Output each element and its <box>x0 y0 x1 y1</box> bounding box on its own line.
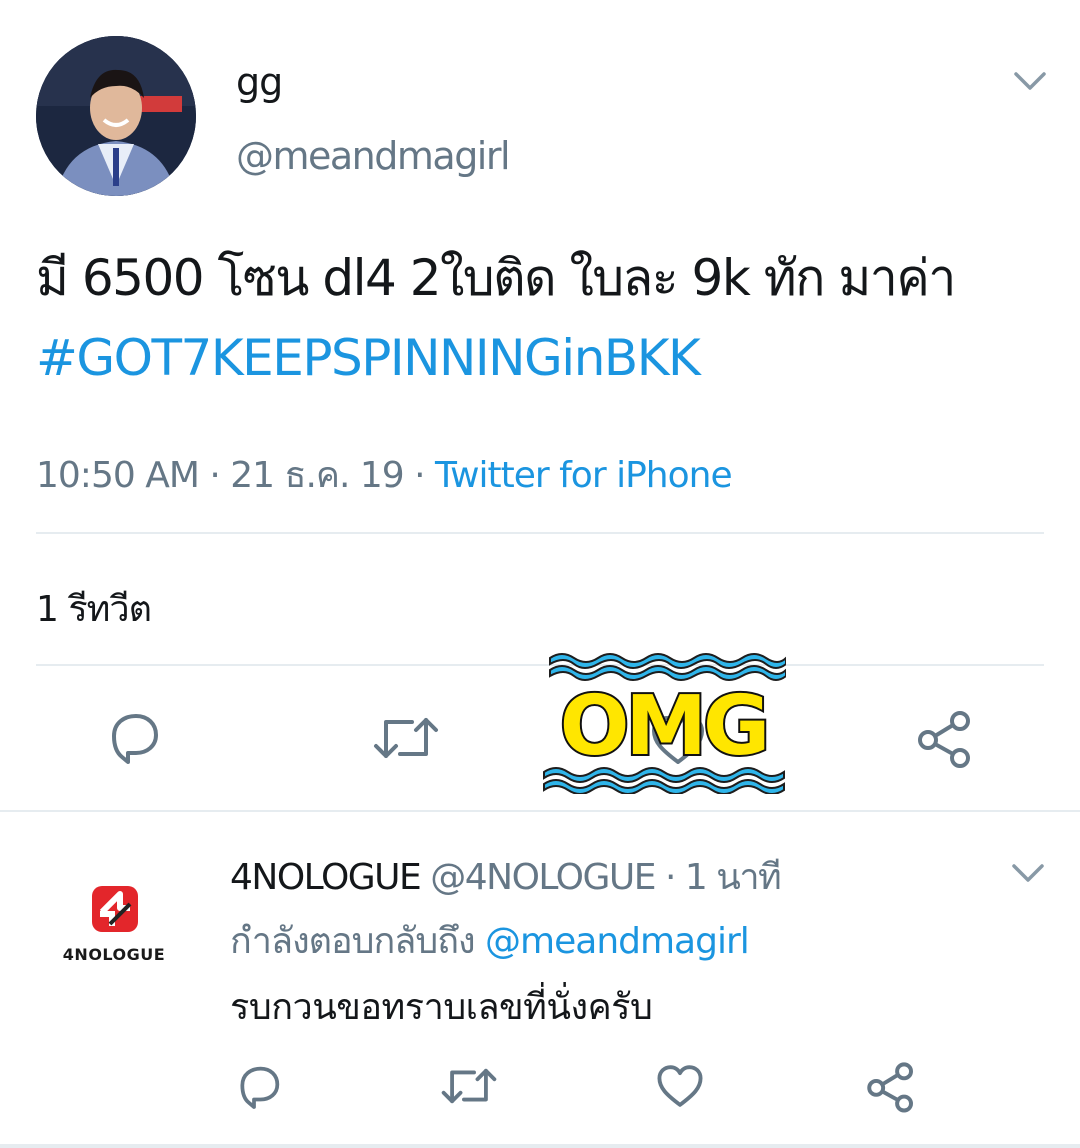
section-divider <box>0 810 1080 812</box>
replying-prefix: กำลังตอบกลับถึง <box>230 921 476 962</box>
tweet-text: มี 6500 โซน dl4 2ใบติด ใบละ 9k ทัก มาค่า… <box>36 238 1046 398</box>
reply-text: รบกวนขอทราบเลขที่นั่งครับ <box>230 987 653 1028</box>
reply-icon[interactable] <box>234 1062 284 1112</box>
replying-to: กำลังตอบกลับถึง @meandmagirl <box>230 912 750 969</box>
chevron-down-icon[interactable] <box>1011 862 1045 884</box>
share-icon[interactable] <box>864 1060 918 1114</box>
reply-icon[interactable] <box>104 708 164 768</box>
omg-sticker: OMG <box>540 650 787 795</box>
retweet-icon[interactable] <box>440 1064 498 1108</box>
bottom-divider <box>0 1144 1080 1148</box>
meta-separator: · <box>403 455 436 496</box>
meta-separator: · <box>198 455 231 496</box>
like-icon[interactable] <box>654 1062 706 1110</box>
display-name[interactable]: gg <box>236 60 283 104</box>
retweet-icon[interactable] <box>372 712 440 764</box>
tweet-meta: 10:50 AM · 21 ธ.ค. 19 · Twitter for iPho… <box>36 446 733 503</box>
share-icon[interactable] <box>914 708 976 770</box>
reply-logo-text: 4NOLOGUE <box>63 945 165 964</box>
tweet-source-link[interactable]: Twitter for iPhone <box>435 455 733 496</box>
tweet-body: มี 6500 โซน dl4 2ใบติด ใบละ 9k ทัก มาค่า <box>36 249 956 307</box>
mention-link[interactable]: @meandmagirl <box>485 921 750 962</box>
chevron-down-icon[interactable] <box>1013 70 1047 92</box>
tweet-date: 21 ธ.ค. 19 <box>230 455 404 496</box>
username-handle[interactable]: @meandmagirl <box>236 134 511 178</box>
reply-header: 4NOLOGUE @4NOLOGUE · 1 นาที <box>230 848 782 905</box>
retweet-count[interactable]: 1 รีทวีต <box>36 580 152 637</box>
hashtag-link[interactable]: #GOT7KEEPSPINNINGinBKK <box>36 329 701 387</box>
sticker-text: OMG <box>560 679 767 774</box>
reply-avatar[interactable]: 4NOLOGUE <box>42 880 186 970</box>
reply-handle[interactable]: @4NOLOGUE <box>430 857 656 898</box>
reply-time: 1 นาที <box>684 857 782 898</box>
reply-display-name[interactable]: 4NOLOGUE <box>230 857 422 898</box>
profile-avatar[interactable] <box>36 36 196 196</box>
tweet-time: 10:50 AM <box>36 455 200 496</box>
divider <box>36 532 1044 534</box>
meta-separator: · <box>655 857 685 898</box>
